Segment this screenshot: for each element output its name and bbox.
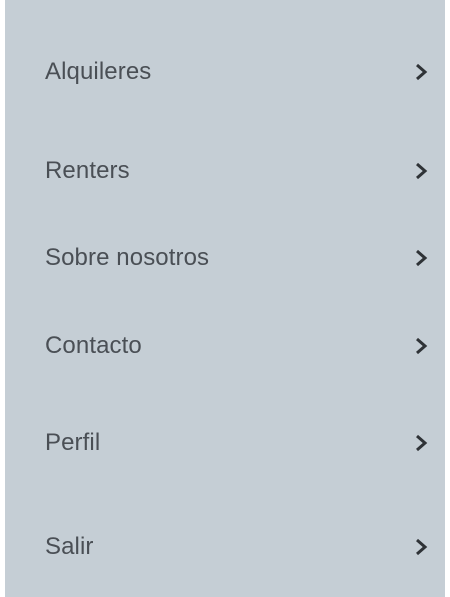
menu-item-sobre-nosotros[interactable]: Sobre nosotros <box>5 228 445 288</box>
chevron-right-icon <box>413 161 429 181</box>
side-menu: Alquileres Renters Sobre nosotros Contac… <box>5 0 445 597</box>
menu-item-perfil[interactable]: Perfil <box>5 413 445 473</box>
menu-item-label: Alquileres <box>45 58 152 85</box>
menu-item-label: Perfil <box>45 429 101 456</box>
chevron-right-icon <box>413 433 429 453</box>
menu-item-alquileres[interactable]: Alquileres <box>5 42 445 102</box>
chevron-right-icon <box>413 62 429 82</box>
menu-item-contacto[interactable]: Contacto <box>5 316 445 376</box>
chevron-right-icon <box>413 336 429 356</box>
menu-item-label: Renters <box>45 157 130 184</box>
menu-item-label: Sobre nosotros <box>45 244 210 271</box>
menu-item-salir[interactable]: Salir <box>5 517 445 577</box>
chevron-right-icon <box>413 537 429 557</box>
menu-item-renters[interactable]: Renters <box>5 141 445 201</box>
menu-item-label: Contacto <box>45 332 142 359</box>
chevron-right-icon <box>413 248 429 268</box>
menu-item-label: Salir <box>45 533 94 560</box>
